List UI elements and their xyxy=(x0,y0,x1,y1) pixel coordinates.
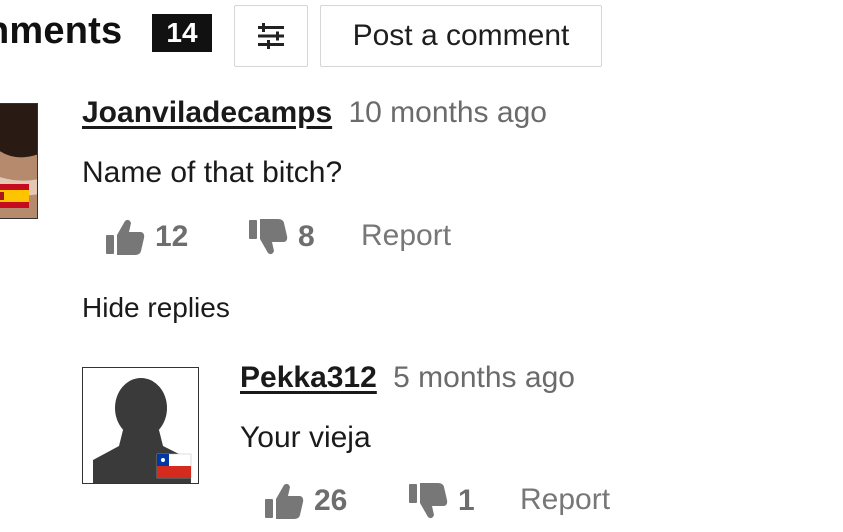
comment-text: Name of that bitch? xyxy=(82,156,343,189)
thumbs-down-icon xyxy=(409,483,448,519)
thumbs-down-icon xyxy=(249,219,288,255)
dislike-count: 8 xyxy=(298,220,315,253)
filter-button[interactable] xyxy=(234,5,308,67)
hide-replies-link[interactable]: Hide replies xyxy=(82,292,230,324)
dislike-button[interactable]: 1 xyxy=(408,482,475,520)
dislike-count: 1 xyxy=(458,484,475,517)
report-link[interactable]: Report xyxy=(361,219,451,253)
post-comment-button[interactable]: Post a comment xyxy=(320,5,602,67)
spain-flag-icon xyxy=(0,184,29,208)
like-button[interactable]: 26 xyxy=(264,482,347,520)
comments-header: nments 14 Post a comment xyxy=(0,0,843,70)
avatar[interactable] xyxy=(0,103,38,219)
like-button[interactable]: 12 xyxy=(105,218,188,256)
avatar[interactable] xyxy=(82,367,199,484)
author-link[interactable]: Pekka312 xyxy=(240,361,377,394)
section-title: nments xyxy=(0,10,123,52)
reply-text: Your vieja xyxy=(240,421,371,454)
default-avatar-icon xyxy=(83,368,198,483)
author-link[interactable]: Joanviladecamps xyxy=(82,96,332,129)
like-count: 26 xyxy=(314,484,348,517)
dislike-button[interactable]: 8 xyxy=(248,218,315,256)
timestamp: 5 months ago xyxy=(393,361,575,394)
comment-count-badge: 14 xyxy=(152,14,212,52)
timestamp: 10 months ago xyxy=(348,96,547,129)
chile-flag-icon xyxy=(156,453,192,479)
like-count: 12 xyxy=(155,220,189,253)
user-photo xyxy=(0,104,37,218)
thumbs-up-icon xyxy=(106,219,145,255)
report-link[interactable]: Report xyxy=(520,483,610,517)
sliders-icon xyxy=(258,23,284,49)
comment-meta: Joanviladecamps 10 months ago xyxy=(82,96,547,130)
thumbs-up-icon xyxy=(265,483,304,519)
reply-meta: Pekka312 5 months ago xyxy=(240,361,575,395)
